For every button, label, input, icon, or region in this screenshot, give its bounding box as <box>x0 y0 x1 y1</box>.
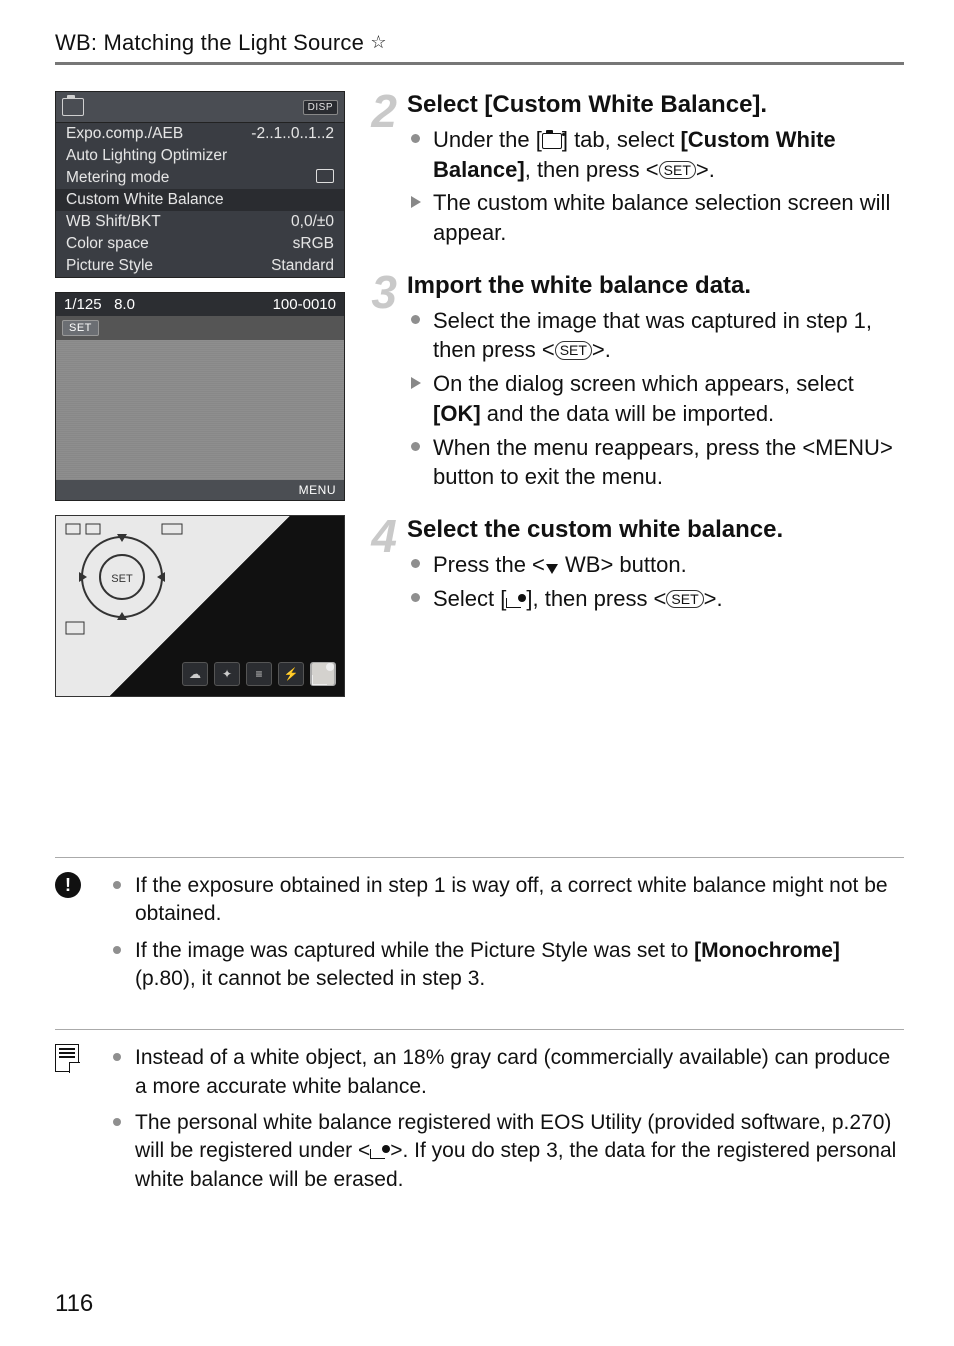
custom-wb-inline-icon <box>506 594 526 608</box>
step-bullet: Under the [] tab, select [Custom White B… <box>407 125 904 184</box>
camera-playback-screenshot: 1/125 8.0 100-0010 SET MENU <box>55 292 345 501</box>
disp-badge: DISP <box>303 100 338 115</box>
step-bullet: Press the < WB> button. <box>407 550 783 580</box>
step-result: On the dialog screen which appears, sele… <box>407 369 904 428</box>
menu-row: WB Shift/BKT0,0/±0 <box>56 211 344 233</box>
step-result: The custom white balance selection scree… <box>407 188 904 247</box>
step-title: Select the custom white balance. <box>407 516 783 544</box>
header-title: WB: Matching the Light Source <box>55 30 364 55</box>
step-title: Select [Custom White Balance]. <box>407 91 904 119</box>
set-button-icon: SET <box>659 161 696 180</box>
tip-box: Instead of a white object, an 18% gray c… <box>55 1029 904 1202</box>
warning-box: ! If the exposure obtained in step 1 is … <box>55 857 904 1001</box>
instructions-column: 2 Select [Custom White Balance]. Under t… <box>363 91 904 697</box>
menu-row-selected: Custom White Balance <box>56 189 344 211</box>
playback-infobar: 1/125 8.0 100-0010 <box>56 293 344 316</box>
camera-tab-inline-icon <box>542 133 562 149</box>
wb-flash-icon: ⚡ <box>278 662 304 686</box>
star-icon: ☆ <box>370 32 386 52</box>
step-3: 3 Import the white balance data. Select … <box>363 272 904 496</box>
svg-text:SET: SET <box>111 573 133 585</box>
warning-item: If the exposure obtained in step 1 is wa… <box>111 872 904 929</box>
step-title: Import the white balance data. <box>407 272 904 300</box>
camera-menu-screenshot: DISP Expo.comp./AEB-2..1..0..1..2 Auto L… <box>55 91 345 278</box>
page-number: 116 <box>55 1290 93 1318</box>
dial-icon: SET <box>62 522 212 642</box>
step-bullet: Select the image that was captured in st… <box>407 306 904 365</box>
tip-item: Instead of a white object, an 18% gray c… <box>111 1044 904 1101</box>
menu-row: Auto Lighting Optimizer <box>56 145 344 167</box>
tip-item: The personal white balance registered wi… <box>111 1109 904 1194</box>
warning-icon: ! <box>55 872 81 898</box>
left-column: DISP Expo.comp./AEB-2..1..0..1..2 Auto L… <box>55 91 345 697</box>
metering-icon <box>316 169 334 183</box>
set-tag: SET <box>62 320 99 336</box>
set-button-icon: SET <box>666 590 703 609</box>
step-4: 4 Select the custom white balance. Press… <box>363 516 904 617</box>
wb-tungsten-icon: ✦ <box>214 662 240 686</box>
playback-image-area <box>56 340 344 480</box>
menu-tabs: DISP <box>56 92 344 123</box>
step-number: 2 <box>363 91 397 252</box>
warning-item: If the image was captured while the Pict… <box>111 937 904 994</box>
set-button-icon: SET <box>555 341 592 360</box>
step-number: 4 <box>363 516 397 617</box>
wb-options-strip: ☁ ✦ ≡ ⚡ <box>182 662 336 686</box>
wb-fluorescent-icon: ≡ <box>246 662 272 686</box>
camera-body-diagram: SET ☁ ✦ ≡ ⚡ <box>55 515 345 697</box>
menu-row: Expo.comp./AEB-2..1..0..1..2 <box>56 123 344 145</box>
step-bullet: Select [], then press <SET>. <box>407 584 783 614</box>
menu-hint: MENU <box>56 480 344 500</box>
wb-cloud-icon: ☁ <box>182 662 208 686</box>
wb-custom-icon <box>310 662 336 686</box>
step-bullet: When the menu reappears, press the <MENU… <box>407 433 904 492</box>
note-icon <box>55 1044 79 1072</box>
camera-tab-icon <box>62 98 84 116</box>
menu-row: Picture StyleStandard <box>56 255 344 277</box>
menu-row: Metering mode <box>56 167 344 189</box>
custom-wb-inline-icon <box>370 1145 390 1159</box>
menu-row: Color spacesRGB <box>56 233 344 255</box>
step-number: 3 <box>363 272 397 496</box>
down-arrow-icon <box>545 561 559 575</box>
page-header: WB: Matching the Light Source ☆ <box>55 30 904 65</box>
step-2: 2 Select [Custom White Balance]. Under t… <box>363 91 904 252</box>
